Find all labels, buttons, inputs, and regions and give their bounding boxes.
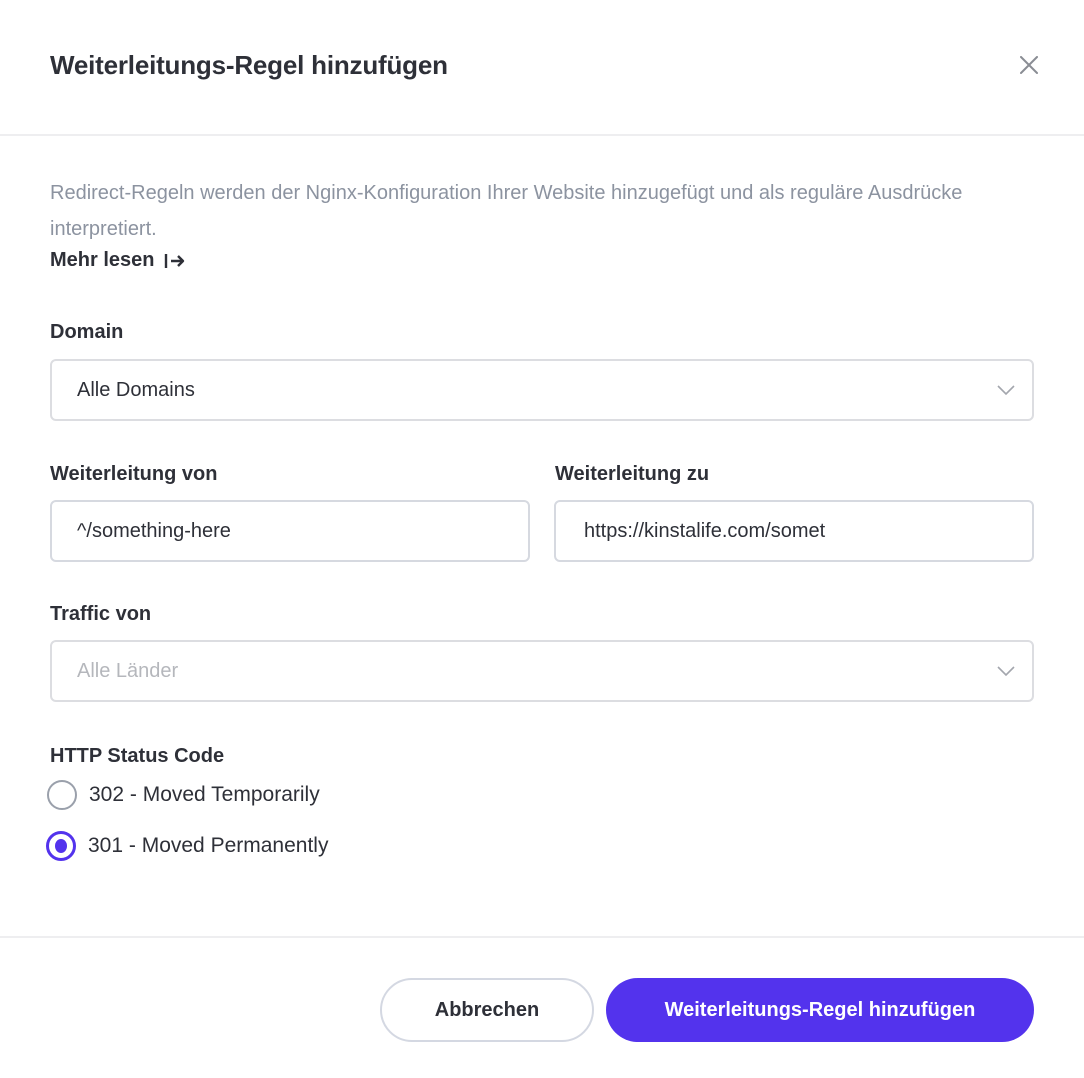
radio-301-label: 301 - Moved Permanently xyxy=(88,834,329,857)
add-redirect-rule-modal: Weiterleitungs-Regel hinzufügen Redirect… xyxy=(0,0,1084,1078)
close-button[interactable] xyxy=(1014,50,1044,80)
modal-footer: Abbrechen Weiterleitungs-Regel hinzufüge… xyxy=(0,936,1084,1078)
traffic-from-label: Traffic von xyxy=(50,603,152,625)
radio-unchecked[interactable] xyxy=(47,780,77,810)
radio-301-moved-permanently[interactable]: 301 - Moved Permanently xyxy=(46,831,328,861)
domain-select-value: Alle Domains xyxy=(77,378,195,401)
redirect-from-label: Weiterleitung von xyxy=(50,463,218,485)
redirect-from-value: ^/something-here xyxy=(77,519,231,542)
modal-title: Weiterleitungs-Regel hinzufügen xyxy=(50,50,448,80)
arrow-right-to-bar-icon xyxy=(165,253,185,268)
read-more-label: Mehr lesen xyxy=(50,249,155,271)
radio-302-moved-temporarily[interactable]: 302 - Moved Temporarily xyxy=(47,780,320,810)
radio-checked[interactable] xyxy=(46,831,76,861)
radio-302-label: 302 - Moved Temporarily xyxy=(89,783,320,806)
chevron-down-icon xyxy=(997,385,1015,396)
read-more-link[interactable]: Mehr lesen xyxy=(50,249,186,272)
modal-header: Weiterleitungs-Regel hinzufügen xyxy=(0,0,1084,136)
redirect-from-input[interactable]: ^/something-here xyxy=(50,500,530,562)
redirect-to-label: Weiterleitung zu xyxy=(555,463,710,485)
status-code-label: HTTP Status Code xyxy=(50,745,225,767)
chevron-down-icon xyxy=(997,666,1015,677)
intro-text: Redirect-Regeln werden der Nginx-Konfigu… xyxy=(50,182,963,240)
domain-label: Domain xyxy=(50,321,124,343)
cancel-button[interactable]: Abbrechen xyxy=(380,978,594,1042)
redirect-to-value: https://kinstalife.com/somet xyxy=(584,519,826,542)
traffic-from-select[interactable]: Alle Länder xyxy=(50,640,1034,702)
add-redirect-rule-button[interactable]: Weiterleitungs-Regel hinzufügen xyxy=(606,978,1034,1042)
traffic-from-placeholder: Alle Länder xyxy=(77,659,179,682)
redirect-to-input[interactable]: https://kinstalife.com/somet xyxy=(554,500,1034,562)
domain-select[interactable]: Alle Domains xyxy=(50,359,1034,421)
close-icon xyxy=(1020,56,1038,74)
